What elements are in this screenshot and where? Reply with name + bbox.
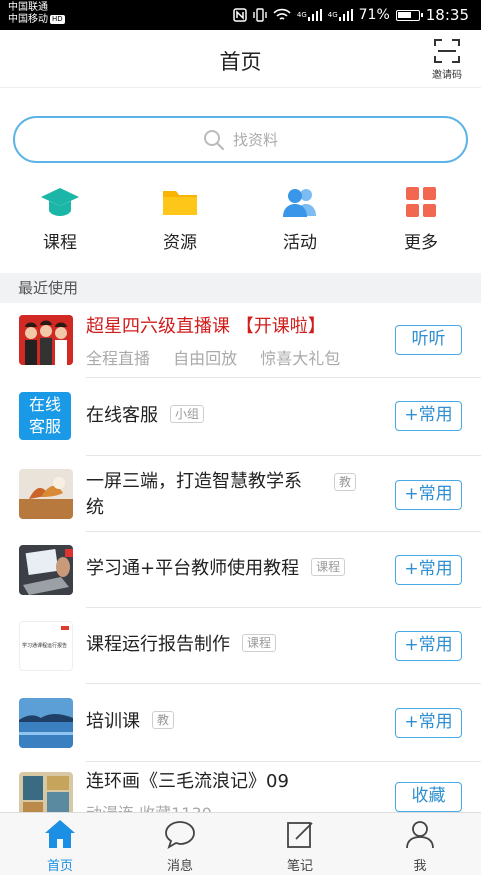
tab-label: 笔记 <box>286 859 313 874</box>
item-subtitle: 惊喜大礼包 <box>260 349 341 368</box>
thumb-text: 客服 <box>28 417 61 436</box>
document-thumb: 学习通课程运行报告 <box>19 621 73 671</box>
invite-code-button[interactable]: 邀请码 <box>429 38 465 81</box>
add-favorite-button[interactable]: +常用 <box>395 708 462 738</box>
collect-button[interactable]: 收藏 <box>395 782 462 812</box>
tab-label: 消息 <box>166 859 193 874</box>
network-type-2: 4G <box>327 11 338 19</box>
item-title: 一屏三端，打造智慧教学系 <box>86 471 302 492</box>
list-item[interactable]: 一屏三端，打造智慧教学系 统 教 +常用 <box>0 456 481 532</box>
scan-icon <box>434 39 460 63</box>
page-title: 首页 <box>219 50 262 74</box>
item-title-row: 在线客服 小组 <box>86 402 205 430</box>
hd-badge: HD <box>50 15 65 24</box>
network-type-1: 4G <box>296 11 307 19</box>
quick-nav-label: 更多 <box>404 233 438 253</box>
tab-me[interactable]: 我 <box>380 819 460 874</box>
clock: 18:35 <box>425 6 469 24</box>
vibrate-icon <box>253 8 267 22</box>
tab-messages[interactable]: 消息 <box>140 819 220 874</box>
item-title: 培训课 <box>86 711 140 732</box>
carrier-2: 中国移动 <box>8 14 48 25</box>
carrier-info: 中国联通 中国移动 HD <box>8 2 65 26</box>
people-photo-thumb <box>19 315 73 365</box>
battery-percent: 71% <box>358 7 390 23</box>
quick-nav-label: 活动 <box>283 233 317 253</box>
item-subtitles: 全程直播 自由回放 惊喜大礼包 <box>86 345 358 369</box>
quick-nav-label: 资源 <box>163 233 197 253</box>
quick-nav-more[interactable]: 更多 <box>376 184 466 253</box>
battery-fill <box>397 11 411 18</box>
list-item[interactable]: 学习通课程运行报告 课程运行报告制作 课程 +常用 <box>0 608 481 684</box>
app-header: 首页 邀请码 <box>0 30 481 88</box>
item-title: 课程运行报告制作 <box>86 634 230 655</box>
item-title: 学习通+平台教师使用教程 <box>86 558 300 579</box>
status-icons: 4G 4G 71% 18:35 <box>233 0 469 30</box>
wifi-icon <box>273 8 291 22</box>
list-item[interactable]: 超星四六级直播课 【开课啦】 全程直播 自由回放 惊喜大礼包 听听 <box>0 303 481 378</box>
autumn-photo-thumb <box>19 469 73 519</box>
item-tag: 教 <box>152 711 175 729</box>
list-item[interactable]: 在线 客服 在线客服 小组 +常用 <box>0 378 481 456</box>
lake-photo-thumb <box>19 698 73 748</box>
quick-nav: 课程 资源 活动 更多 <box>0 184 481 264</box>
item-tag: 教 <box>334 473 357 491</box>
item-tag: 课程 <box>242 634 277 652</box>
quick-nav-course[interactable]: 课程 <box>15 184 105 253</box>
logo-mark <box>61 626 69 630</box>
home-icon <box>45 820 75 848</box>
invite-code-label: 邀请码 <box>432 70 462 81</box>
thumb-text: 在线 <box>28 395 61 414</box>
search-placeholder: 找资料 <box>232 131 278 149</box>
note-edit-icon <box>287 822 313 848</box>
battery-icon <box>395 9 423 21</box>
listen-button[interactable]: 听听 <box>395 325 462 355</box>
person-icon <box>406 821 434 849</box>
quick-nav-resource[interactable]: 资源 <box>135 184 225 253</box>
list-item[interactable]: 学习通+平台教师使用教程 课程 +常用 <box>0 532 481 608</box>
item-tag: 课程 <box>311 558 346 576</box>
add-favorite-button[interactable]: +常用 <box>395 555 462 585</box>
item-subtitle: 自由回放 <box>173 349 238 368</box>
quick-nav-activity[interactable]: 活动 <box>255 184 345 253</box>
item-tag: 小组 <box>170 405 205 423</box>
folder-icon <box>163 191 197 215</box>
tab-home[interactable]: 首页 <box>20 819 100 874</box>
item-title-row: 课程运行报告制作 课程 <box>86 631 277 659</box>
thumb-caption: 学习通课程运行报告 <box>22 643 68 649</box>
item-title-row: 学习通+平台教师使用教程 课程 <box>86 555 346 583</box>
laptop-photo-thumb <box>19 545 73 595</box>
signal-icon-1: 4G <box>297 9 322 21</box>
status-bar: 中国联通 中国移动 HD 4G 4G 71% 18:35 <box>0 0 481 30</box>
app-screen: 中国联通 中国移动 HD 4G 4G 71% 18:35 首页 邀请码 找资料 … <box>0 0 481 875</box>
tab-notes[interactable]: 笔记 <box>260 819 340 874</box>
item-title-row: 培训课教 <box>86 708 175 736</box>
search-icon <box>203 129 225 150</box>
graduation-cap-icon <box>41 188 79 216</box>
signal-icon-2: 4G <box>328 9 353 21</box>
nfc-icon <box>233 8 247 22</box>
list-item[interactable]: 培训课教 +常用 <box>0 684 481 762</box>
tab-label: 首页 <box>46 859 73 874</box>
add-favorite-button[interactable]: +常用 <box>395 631 462 661</box>
grid-icon <box>406 187 436 217</box>
carrier-1: 中国联通 <box>8 2 48 13</box>
search-bar[interactable]: 找资料 <box>13 116 468 163</box>
bottom-tab-bar: 首页 消息 笔记 我 <box>0 812 481 875</box>
item-subtitle: 全程直播 <box>86 349 151 368</box>
online-service-thumb: 在线 客服 <box>19 392 71 440</box>
item-title: 在线客服 <box>86 405 158 426</box>
item-title: 超星四六级直播课 【开课啦】 <box>86 316 326 337</box>
chat-bubble-icon <box>165 821 195 849</box>
tab-label: 我 <box>413 859 427 874</box>
item-title: 连环画《三毛流浪记》09 <box>86 771 289 792</box>
quick-nav-label: 课程 <box>43 233 77 253</box>
people-icon <box>283 189 316 217</box>
add-favorite-button[interactable]: +常用 <box>395 480 462 510</box>
item-title-line2: 统 <box>86 497 104 518</box>
add-favorite-button[interactable]: +常用 <box>395 401 462 431</box>
recent-section-header: 最近使用 <box>0 273 481 303</box>
